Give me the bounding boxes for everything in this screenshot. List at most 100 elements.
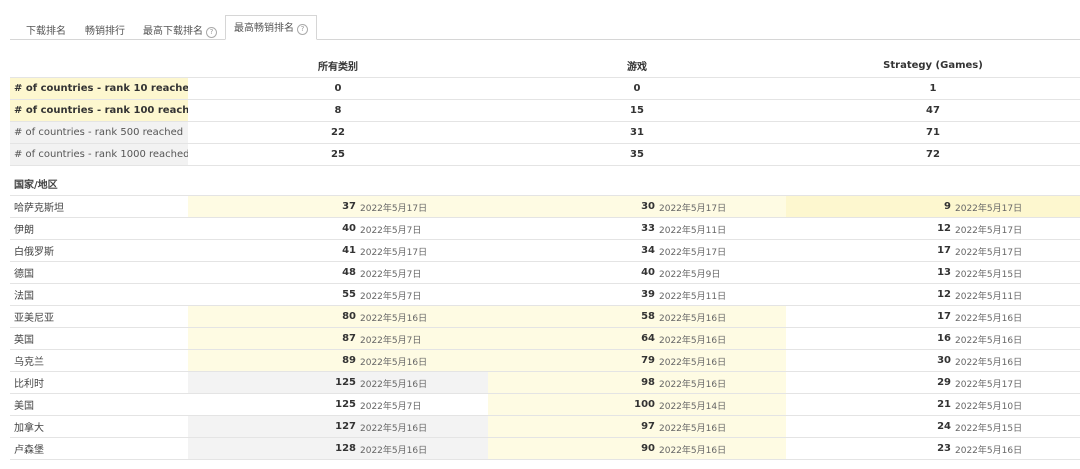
rank-date: 2022年5月14日: [659, 401, 727, 412]
section-label: 国家/地区: [10, 165, 188, 196]
rank-cell: 17 2022年5月16日: [786, 305, 1080, 328]
country-name: 加拿大: [10, 415, 188, 438]
tab-highest-grossing-rank[interactable]: 最高畅销排名?: [225, 15, 317, 40]
table-row: 加拿大 127 2022年5月16日 97 2022年5月16日 24 2022年5月15日: [10, 415, 1080, 438]
rank-date: 2022年5月16日: [955, 313, 1023, 324]
rank-value: 33: [641, 222, 655, 234]
rank-value: 128: [335, 442, 356, 454]
rank-value: 24: [937, 420, 951, 432]
summary-value: 35: [488, 143, 786, 166]
summary-row: # of countries - rank 500 reached 22 31 …: [10, 121, 1080, 144]
rank-date: 2022年5月16日: [360, 313, 428, 324]
summary-value: 0: [188, 77, 488, 100]
rank-date: 2022年5月7日: [360, 401, 422, 412]
rank-date: 2022年5月16日: [955, 357, 1023, 368]
rank-cell: 127 2022年5月16日: [188, 415, 488, 438]
rank-value: 64: [641, 332, 655, 344]
country-name: 美国: [10, 393, 188, 416]
tab-label: 最高下载排名: [143, 26, 203, 37]
tab-download-rank[interactable]: 下载排名: [26, 22, 66, 37]
table-row: 英国 87 2022年5月7日 64 2022年5月16日 16 2022年5月16日: [10, 327, 1080, 350]
rank-value: 127: [335, 420, 356, 432]
rank-cell: 79 2022年5月16日: [488, 349, 786, 372]
rank-cell: 40 2022年5月9日: [488, 261, 786, 284]
rank-date: 2022年5月17日: [955, 379, 1023, 390]
rank-cell: 97 2022年5月16日: [488, 415, 786, 438]
rank-date: 2022年5月17日: [659, 203, 727, 214]
table-row: 德国 48 2022年5月7日 40 2022年5月9日 13 2022年5月15日: [10, 261, 1080, 284]
rank-value: 13: [937, 266, 951, 278]
rank-cell: 23 2022年5月16日: [786, 437, 1080, 460]
rank-date: 2022年5月16日: [360, 379, 428, 390]
rank-value: 98: [641, 376, 655, 388]
summary-value: 71: [786, 121, 1080, 144]
summary-label: # of countries - rank 100 reached: [10, 99, 188, 122]
rank-value: 100: [634, 398, 655, 410]
help-icon[interactable]: ?: [297, 24, 308, 35]
rank-date: 2022年5月7日: [360, 335, 422, 346]
country-name: 哈萨克斯坦: [10, 195, 188, 218]
rank-date: 2022年5月16日: [659, 379, 727, 390]
rank-date: 2022年5月16日: [360, 357, 428, 368]
summary-label: # of countries - rank 10 reached: [10, 77, 188, 100]
rank-value: 16: [937, 332, 951, 344]
summary-value: 22: [188, 121, 488, 144]
rank-value: 12: [937, 288, 951, 300]
rank-cell: 21 2022年5月10日: [786, 393, 1080, 416]
help-icon[interactable]: ?: [206, 27, 217, 38]
rank-cell: 125 2022年5月7日: [188, 393, 488, 416]
column-header: Strategy (Games): [786, 55, 1080, 78]
table-row: 哈萨克斯坦 37 2022年5月17日 30 2022年5月17日 9 2022年5月17日: [10, 195, 1080, 218]
rank-date: 2022年5月11日: [659, 291, 727, 302]
table-row: 乌克兰 89 2022年5月16日 79 2022年5月16日 30 2022年5月16日: [10, 349, 1080, 372]
summary-value: 1: [786, 77, 1080, 100]
table-row: 比利时 125 2022年5月16日 98 2022年5月16日 29 2022年5月17日: [10, 371, 1080, 394]
rank-cell: 30 2022年5月16日: [786, 349, 1080, 372]
rank-date: 2022年5月16日: [955, 445, 1023, 456]
rank-value: 30: [641, 200, 655, 212]
tab-label: 畅销排行: [85, 26, 125, 37]
table-row: 白俄罗斯 41 2022年5月17日 34 2022年5月17日 17 2022年5月17日: [10, 239, 1080, 262]
rank-cell: 125 2022年5月16日: [188, 371, 488, 394]
summary-value: 47: [786, 99, 1080, 122]
rank-value: 23: [937, 442, 951, 454]
rank-value: 34: [641, 244, 655, 256]
rank-value: 9: [944, 200, 951, 212]
rank-value: 37: [342, 200, 356, 212]
rank-value: 17: [937, 244, 951, 256]
rank-date: 2022年5月16日: [659, 313, 727, 324]
rank-value: 41: [342, 244, 356, 256]
tab-bar: 下载排名 畅销排行 最高下载排名? 最高畅销排名?: [0, 0, 1080, 40]
country-name: 伊朗: [10, 217, 188, 240]
rank-value: 48: [342, 266, 356, 278]
rank-cell: 12 2022年5月11日: [786, 283, 1080, 306]
rank-date: 2022年5月17日: [659, 247, 727, 258]
country-name: 白俄罗斯: [10, 239, 188, 262]
rank-cell: 98 2022年5月16日: [488, 371, 786, 394]
rank-cell: 13 2022年5月15日: [786, 261, 1080, 284]
rank-cell: 34 2022年5月17日: [488, 239, 786, 262]
tab-grossing-rank[interactable]: 畅销排行: [85, 22, 125, 37]
rank-cell: 24 2022年5月15日: [786, 415, 1080, 438]
rank-value: 12: [937, 222, 951, 234]
rank-value: 125: [335, 398, 356, 410]
country-name: 德国: [10, 261, 188, 284]
section-header-row: 国家/地区: [10, 165, 1080, 196]
tab-highest-download-rank[interactable]: 最高下载排名?: [143, 22, 217, 38]
rank-cell: 55 2022年5月7日: [188, 283, 488, 306]
rank-value: 79: [641, 354, 655, 366]
table-row: 亚美尼亚 80 2022年5月16日 58 2022年5月16日 17 2022年5月16日: [10, 305, 1080, 328]
rank-cell: 37 2022年5月17日: [188, 195, 488, 218]
summary-row: # of countries - rank 1000 reached 25 35…: [10, 143, 1080, 166]
rank-cell: 17 2022年5月17日: [786, 239, 1080, 262]
rank-date: 2022年5月17日: [955, 225, 1023, 236]
rank-value: 29: [937, 376, 951, 388]
rank-cell: 89 2022年5月16日: [188, 349, 488, 372]
rank-date: 2022年5月16日: [360, 445, 428, 456]
rank-cell: 64 2022年5月16日: [488, 327, 786, 350]
rank-cell: 48 2022年5月7日: [188, 261, 488, 284]
rank-cell: 30 2022年5月17日: [488, 195, 786, 218]
rank-cell: 16 2022年5月16日: [786, 327, 1080, 350]
summary-row: # of countries - rank 100 reached 8 15 4…: [10, 99, 1080, 122]
rank-date: 2022年5月11日: [659, 225, 727, 236]
